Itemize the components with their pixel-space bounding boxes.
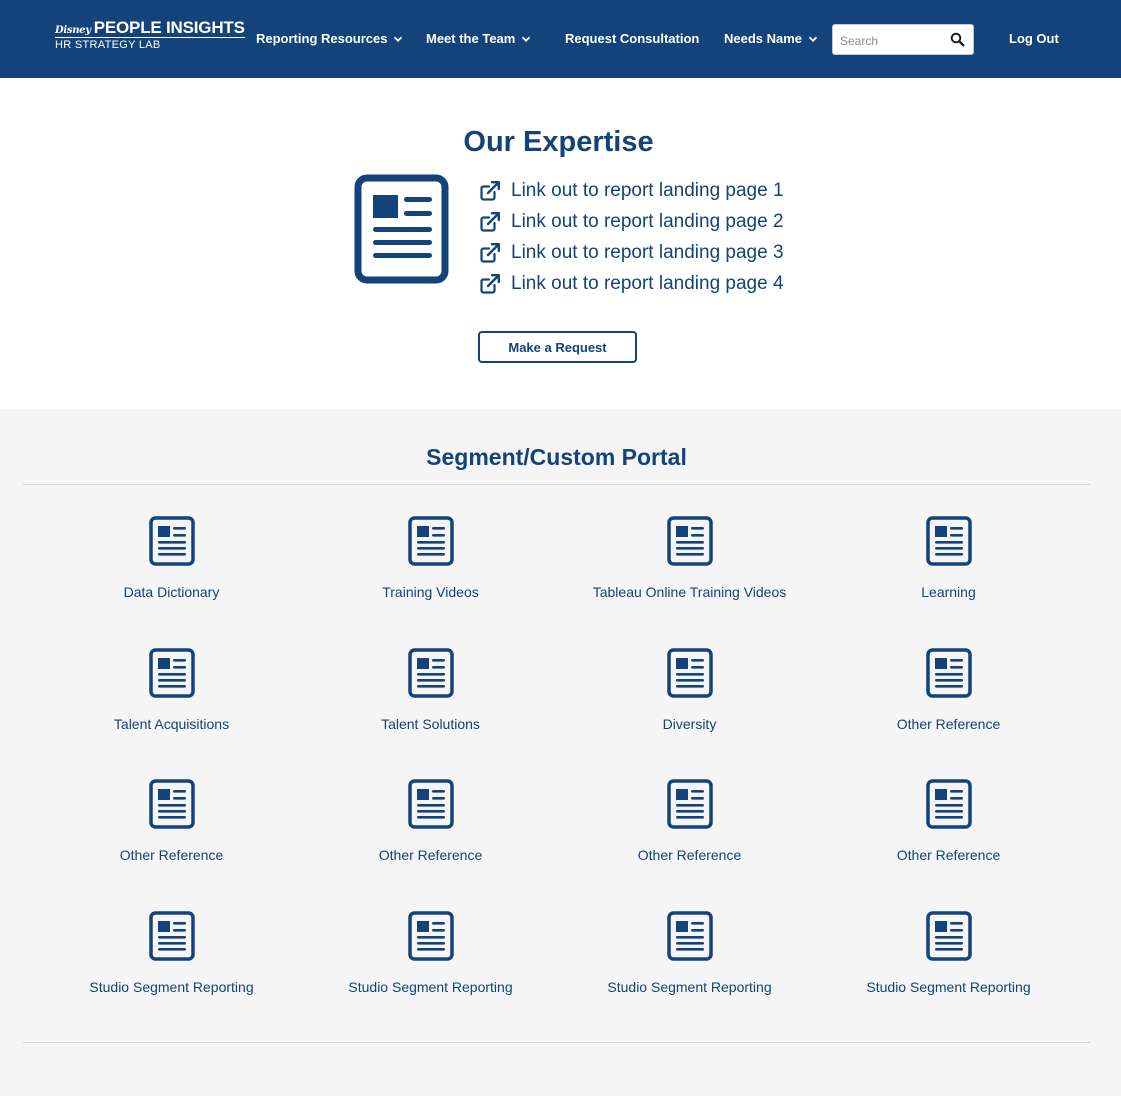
nav-needs-name[interactable]: Needs Name [724,31,818,46]
document-icon [407,516,454,566]
nav-reporting-resources[interactable]: Reporting Resources [256,31,403,46]
portal-tile[interactable]: Learning [819,516,1078,648]
portal-tile[interactable]: Talent Solutions [301,647,560,780]
report-link-label: Link out to report landing page 3 [511,241,784,263]
document-icon [925,910,972,961]
search-icon[interactable] [950,32,965,47]
top-navbar: Disney PEOPLE INSIGHTS HR STRATEGY LAB R… [0,0,1121,78]
portal-tile-label: Other Reference [378,847,483,863]
portal-tile[interactable]: Other Reference [301,779,560,911]
report-link-label: Link out to report landing page 2 [511,210,784,232]
document-icon [666,910,713,961]
chevron-down-icon [521,34,531,44]
portal-tile[interactable]: Studio Segment Reporting [301,910,560,1043]
report-link-2[interactable]: Link out to report landing page 2 [479,206,784,237]
document-icon [925,779,972,829]
portal-tile-label: Tableau Online Training Videos [592,584,787,600]
nav-meet-the-team-label: Meet the Team [426,31,516,46]
portal-tile-label: Talent Solutions [381,715,480,732]
search-input[interactable] [840,32,945,49]
document-icon [666,779,713,829]
portal-tile[interactable]: Studio Segment Reporting [42,910,301,1043]
external-link-icon [479,211,501,233]
portal-tile-label: Data Dictionary [123,584,220,600]
external-link-icon [479,242,501,264]
brand-logo[interactable]: Disney PEOPLE INSIGHTS HR STRATEGY LAB [55,19,245,51]
document-icon [148,647,195,698]
portal-tile-label: Training Videos [382,584,479,600]
portal-tile[interactable]: Other Reference [819,779,1078,911]
portal-title: Segment/Custom Portal [426,444,687,470]
document-icon [666,516,713,566]
report-link-label: Link out to report landing page 1 [511,179,784,201]
document-icon [407,647,454,698]
nav-needs-name-label: Needs Name [724,31,803,46]
report-link-label: Link out to report landing page 4 [511,272,784,294]
portal-tile-label: Talent Acquisitions [113,715,230,732]
portal-tile-label: Learning [921,584,976,600]
page-title: Our Expertise [463,126,654,158]
portal-tile-label: Studio Segment Reporting [607,978,772,995]
nav-request-consultation-label: Request Consultation [565,31,700,46]
nav-reporting-resources-label: Reporting Resources [256,31,388,46]
portal-tile[interactable]: Other Reference [819,647,1078,780]
portal-tile-grid: Data Dictionary Training Videos Tableau … [42,516,1078,1042]
portal-tile-label: Studio Segment Reporting [866,978,1031,995]
portal-tile-label: Other Reference [896,847,1001,863]
portal-tile[interactable]: Studio Segment Reporting [560,910,819,1043]
portal-tile[interactable]: Other Reference [42,779,301,911]
document-icon [666,647,713,698]
document-icon [925,516,972,566]
brand-title-row: Disney PEOPLE INSIGHTS [55,19,245,38]
document-icon [925,647,972,698]
brand-disney-wordmark: Disney [55,25,91,36]
portal-tile-label: Studio Segment Reporting [89,978,254,995]
portal-tile-label: Other Reference [896,715,1001,732]
report-link-3[interactable]: Link out to report landing page 3 [479,237,784,268]
nav-request-consultation[interactable]: Request Consultation [565,31,699,46]
divider [23,484,1090,485]
portal-tile-label: Other Reference [637,847,742,863]
portal-tile[interactable]: Diversity [560,647,819,780]
document-icon [407,779,454,829]
report-link-4[interactable]: Link out to report landing page 4 [479,268,784,299]
chevron-down-icon [393,34,403,44]
document-icon [148,516,195,566]
brand-title: PEOPLE INSIGHTS [93,18,245,37]
chevron-down-icon [808,34,818,44]
portal-tile-label: Diversity [662,715,717,732]
document-icon [407,910,454,961]
logout-link[interactable]: Log Out [1009,31,1059,46]
nav-meet-the-team[interactable]: Meet the Team [426,31,531,46]
search-box [832,24,974,55]
expertise-section: Our Expertise Link out to report landing… [0,78,1121,409]
brand-subtitle: HR STRATEGY LAB [55,39,161,51]
report-link-1[interactable]: Link out to report landing page 1 [479,175,784,206]
external-link-icon [479,180,501,202]
external-link-icon [479,273,501,295]
divider [23,1042,1090,1043]
portal-tile-label: Studio Segment Reporting [348,978,513,995]
report-links-list: Link out to report landing page 1 Link o… [479,175,784,299]
portal-tile[interactable]: Studio Segment Reporting [819,910,1078,1043]
document-icon [354,174,450,291]
document-icon [148,910,195,961]
portal-tile-label: Other Reference [119,847,224,863]
portal-tile[interactable]: Data Dictionary [42,516,301,648]
portal-tile[interactable]: Talent Acquisitions [42,647,301,780]
document-icon [148,779,195,829]
make-request-button[interactable]: Make a Request [478,331,637,363]
portal-tile[interactable]: Training Videos [301,516,560,648]
portal-tile[interactable]: Tableau Online Training Videos [560,516,819,648]
portal-tile[interactable]: Other Reference [560,779,819,911]
